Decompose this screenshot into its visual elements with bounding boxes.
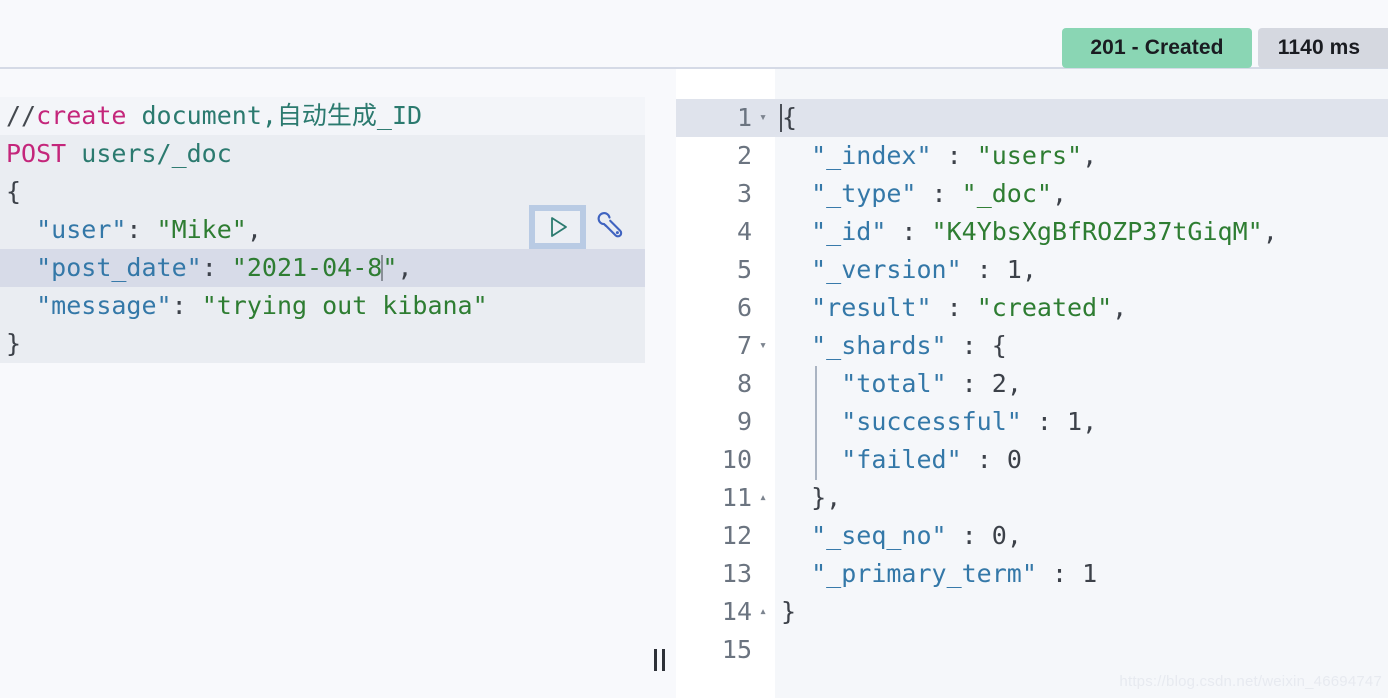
- body-comma-post-date: ,: [397, 253, 413, 282]
- response-line-code: "_id" : "K4YbsXgBfROZP37tGiqM",: [811, 217, 1278, 246]
- kibana-console: 201 - Created 1140 ms //create document,…: [0, 0, 1388, 698]
- body-sep-message: :: [171, 291, 202, 320]
- send-request-button[interactable]: [529, 205, 586, 249]
- response-line[interactable]: 14 ▴}: [676, 593, 1388, 631]
- request-options-button[interactable]: [592, 207, 628, 247]
- response-header: 201 - Created 1140 ms: [0, 0, 1388, 69]
- line-number: 14: [721, 597, 752, 626]
- response-line[interactable]: 9 "successful" : 1,: [676, 403, 1388, 441]
- response-line[interactable]: 15: [676, 631, 1388, 669]
- status-badges: 201 - Created 1140 ms: [1062, 28, 1388, 68]
- comment-slashes: //: [6, 101, 37, 130]
- response-line-code: "_shards" : {: [811, 331, 1007, 360]
- response-line-code: }: [781, 597, 797, 626]
- response-line-code: "_index" : "users",: [811, 141, 1098, 170]
- body-key-user: "user": [36, 215, 127, 244]
- panel-splitter[interactable]: [645, 69, 676, 698]
- response-line[interactable]: 5 "_version" : 1,: [676, 251, 1388, 289]
- response-line-code: "result" : "created",: [811, 293, 1128, 322]
- request-line-comment[interactable]: //create document,自动生成_ID: [0, 97, 645, 135]
- response-line[interactable]: 7 ▾ "_shards" : {: [676, 327, 1388, 365]
- request-path: users/_doc: [66, 139, 232, 168]
- line-number: 1: [736, 103, 752, 132]
- close-brace: }: [6, 329, 22, 358]
- response-line-code: "_primary_term" : 1: [811, 559, 1098, 588]
- fold-expand-icon[interactable]: ▴: [756, 479, 770, 517]
- request-line-close-brace[interactable]: }: [0, 325, 645, 363]
- line-highlight: [676, 631, 1388, 669]
- fold-expand-icon[interactable]: ▴: [756, 593, 770, 631]
- body-key-message: "message": [36, 291, 172, 320]
- request-line-message[interactable]: "message": "trying out kibana": [0, 287, 645, 325]
- line-number: 2: [736, 141, 752, 170]
- response-line[interactable]: 6 "result" : "created",: [676, 289, 1388, 327]
- line-number: 6: [736, 293, 752, 322]
- line-number: 9: [736, 407, 752, 436]
- request-editor[interactable]: //create document,自动生成_ID POST users/_do…: [0, 69, 645, 698]
- line-number: 15: [721, 635, 752, 664]
- play-icon: [550, 217, 567, 237]
- wrench-icon: [597, 212, 623, 238]
- line-number: 10: [721, 445, 752, 474]
- line-number: 7: [736, 331, 752, 360]
- drag-handle-bar-1: [654, 649, 657, 671]
- watermark: https://blog.csdn.net/weixin_46694747: [1119, 673, 1382, 690]
- response-line[interactable]: 1 ▾ {: [676, 99, 1388, 137]
- response-line-code: "_type" : "_doc",: [811, 179, 1068, 208]
- comment-keyword: create: [36, 101, 127, 130]
- body-key-post-date: "post_date": [36, 253, 202, 282]
- response-line[interactable]: 4 "_id" : "K4YbsXgBfROZP37tGiqM",: [676, 213, 1388, 251]
- body-sep-user: :: [126, 215, 157, 244]
- fold-collapse-icon[interactable]: ▾: [756, 327, 770, 365]
- open-brace: {: [6, 177, 22, 206]
- body-value-user: "Mike": [156, 215, 247, 244]
- line-number: 5: [736, 255, 752, 284]
- response-line-code: {: [780, 103, 798, 132]
- response-viewer[interactable]: 1 ▾{2 "_index" : "users", 3 "_type" : "_do…: [676, 69, 1388, 698]
- response-line[interactable]: 2 "_index" : "users",: [676, 137, 1388, 175]
- body-value-post-date-quote: ": [382, 253, 398, 282]
- body-value-post-date: "2021-04-8: [231, 253, 383, 282]
- response-line[interactable]: 3 "_type" : "_doc",: [676, 175, 1388, 213]
- response-line[interactable]: 13 "_primary_term" : 1: [676, 555, 1388, 593]
- fold-collapse-icon[interactable]: ▾: [756, 99, 770, 137]
- response-line[interactable]: 12 "_seq_no" : 0,: [676, 517, 1388, 555]
- response-line-code: },: [781, 483, 842, 512]
- response-time-badge: 1140 ms: [1258, 28, 1388, 68]
- http-method: POST: [6, 139, 67, 168]
- play-button-inner: [535, 211, 580, 243]
- response-line-code: "total" : 2,: [841, 369, 1022, 398]
- request-actions: [529, 205, 628, 249]
- line-number: 8: [736, 369, 752, 398]
- request-line-post-date[interactable]: "post_date": "2021-04-8",: [0, 249, 645, 287]
- response-line[interactable]: 10 "failed" : 0: [676, 441, 1388, 479]
- response-line-code: "failed" : 0: [841, 445, 1022, 474]
- drag-handle-bar-2: [662, 649, 665, 671]
- status-badge: 201 - Created: [1062, 28, 1252, 68]
- comment-rest: document,自动生成_ID: [126, 101, 423, 130]
- response-line[interactable]: 11 ▴ },: [676, 479, 1388, 517]
- body-sep-post-date: :: [201, 253, 232, 282]
- line-number: 11: [721, 483, 752, 512]
- response-line[interactable]: 8 "total" : 2,: [676, 365, 1388, 403]
- body-value-message: "trying out kibana": [201, 291, 488, 320]
- line-number: 12: [721, 521, 752, 550]
- request-line-method[interactable]: POST users/_doc: [0, 135, 645, 173]
- line-number: 13: [721, 559, 752, 588]
- response-line-code: "_seq_no" : 0,: [811, 521, 1022, 550]
- response-line-code: "successful" : 1,: [841, 407, 1098, 436]
- response-line-code: "_version" : 1,: [811, 255, 1037, 284]
- line-number: 3: [736, 179, 752, 208]
- drag-handle-icon[interactable]: [654, 649, 665, 671]
- body-comma-user: ,: [246, 215, 262, 244]
- line-number: 4: [736, 217, 752, 246]
